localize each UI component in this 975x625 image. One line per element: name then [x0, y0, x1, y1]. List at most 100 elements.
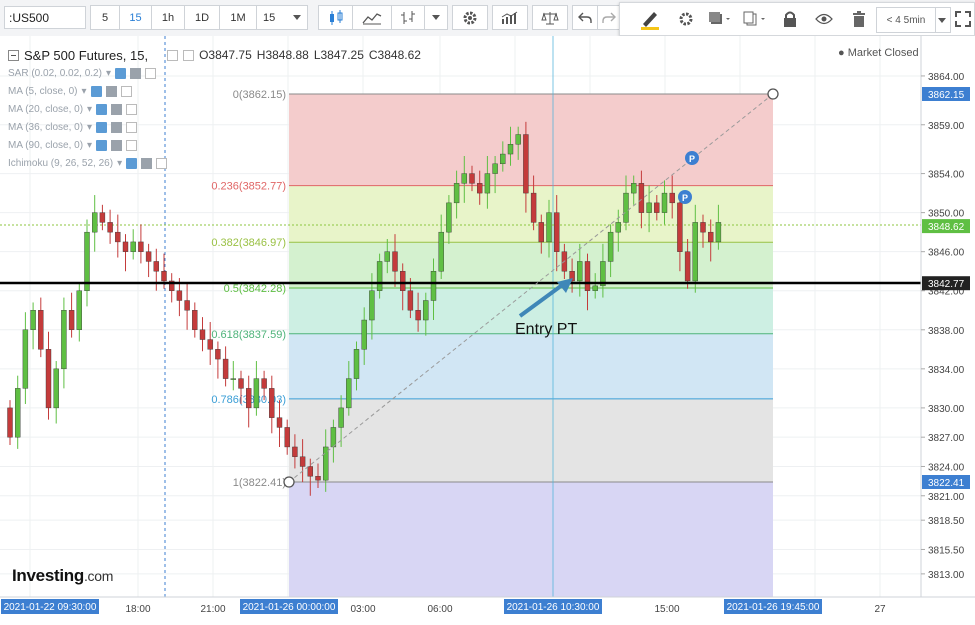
undo-button[interactable]: [572, 5, 598, 30]
gear-icon[interactable]: [105, 85, 117, 97]
interval-label: 15: [129, 11, 142, 24]
fib-level-label: 0.618(3837.59): [211, 329, 286, 341]
eye-icon[interactable]: [114, 67, 126, 79]
indicator-row[interactable]: MA (20, close, 0) ▾: [8, 100, 421, 118]
collapse-icon[interactable]: [8, 49, 19, 61]
caret-down-icon[interactable]: ▾: [87, 140, 92, 151]
interval-selector-label: < 4 5min: [886, 14, 926, 26]
indicator-label: MA (36, close, 0): [8, 121, 84, 133]
interval-1h-button[interactable]: 1h: [151, 5, 185, 30]
candle-body: [615, 222, 621, 233]
caret-down-icon[interactable]: ▾: [87, 104, 92, 115]
time-tick-label: 21:00: [200, 604, 225, 615]
visibility-button[interactable]: [812, 7, 836, 31]
indicator-row[interactable]: MA (90, close, 0) ▾: [8, 136, 421, 154]
eye-icon[interactable]: [96, 121, 108, 133]
candle-body: [692, 222, 698, 282]
candle-body: [577, 261, 583, 282]
gear-icon[interactable]: [111, 103, 123, 115]
close-icon[interactable]: [120, 85, 132, 97]
delete-drawing-button[interactable]: [848, 7, 870, 31]
interval-5-button[interactable]: 5: [90, 5, 120, 30]
candle-body: [245, 388, 252, 409]
fullscreen-button[interactable]: [952, 7, 974, 31]
interval-15-button[interactable]: 15: [119, 5, 152, 30]
fib-level-label: 1(3822.41): [233, 477, 286, 489]
caret-down-icon[interactable]: ▾: [117, 158, 122, 169]
caret-down-icon[interactable]: ▾: [81, 86, 86, 97]
chart-legend: S&P 500 Futures, 15, O3847.75 H3848.88 L…: [8, 46, 421, 172]
eye-icon[interactable]: [126, 157, 138, 169]
candle-body: [530, 192, 537, 223]
candle-body: [261, 378, 267, 389]
fib-level-label: 0.236(3852.77): [211, 181, 286, 193]
indicator-row[interactable]: Ichimoku (9, 26, 52, 26) ▾: [8, 154, 421, 172]
interval-dropdown[interactable]: 15: [256, 5, 308, 30]
close-icon[interactable]: [126, 103, 138, 115]
price-tick-label: 3834.00: [928, 365, 965, 376]
candle-body: [376, 261, 383, 291]
gear-icon[interactable]: [141, 157, 153, 169]
price-tick-label: 3830.00: [928, 404, 965, 415]
drawing-settings-button[interactable]: [674, 7, 698, 31]
candle-body: [330, 427, 337, 448]
series-settings-icon[interactable]: [167, 49, 179, 61]
line-chart-type-button[interactable]: [352, 5, 392, 30]
candles-chart-type-button[interactable]: [318, 5, 353, 30]
candle-body: [631, 183, 637, 194]
eye-icon[interactable]: [90, 85, 102, 97]
interval-1d-button[interactable]: 1D: [184, 5, 220, 30]
brush-button[interactable]: [636, 7, 662, 31]
candle-body: [215, 349, 221, 360]
indicators-button[interactable]: [492, 5, 528, 30]
candle-body: [199, 329, 206, 340]
candle-body: [299, 456, 306, 467]
chart-type-dropdown[interactable]: [424, 5, 448, 30]
close-icon[interactable]: [126, 121, 138, 133]
legend-main-row: S&P 500 Futures, 15, O3847.75 H3848.88 L…: [8, 46, 421, 64]
fib-anchor-start[interactable]: [283, 476, 295, 488]
candle-body: [430, 271, 437, 301]
caret-down-icon: [293, 15, 301, 20]
fib-anchor-end[interactable]: [767, 88, 779, 100]
settings-button[interactable]: [452, 5, 488, 30]
close-icon[interactable]: [156, 157, 168, 169]
candle-body: [145, 251, 152, 262]
caret-down-icon[interactable]: ▾: [106, 68, 111, 79]
candle-body: [407, 290, 414, 311]
caret-down-icon[interactable]: ▾: [87, 122, 92, 133]
compare-button[interactable]: [532, 5, 568, 30]
close-icon[interactable]: [144, 67, 156, 79]
fill-color-button[interactable]: [706, 7, 734, 31]
candle-body: [661, 192, 668, 213]
indicator-row[interactable]: MA (5, close, 0) ▾: [8, 82, 421, 100]
time-highlight-label: 2021-01-26 10:30:00: [507, 602, 600, 613]
gear-icon: [463, 11, 477, 24]
candle-body: [230, 378, 237, 380]
redo-button[interactable]: [597, 5, 621, 30]
eye-icon[interactable]: [96, 103, 108, 115]
symbol-search-input[interactable]: [4, 6, 86, 29]
indicator-row[interactable]: MA (36, close, 0) ▾: [8, 118, 421, 136]
lock-button[interactable]: [778, 7, 802, 31]
gear-icon[interactable]: [129, 67, 141, 79]
gear-icon[interactable]: [111, 121, 123, 133]
fib-level-label: 0.382(3846.97): [211, 237, 286, 249]
copy-icon: [743, 11, 765, 26]
selector-caret-button[interactable]: [934, 7, 951, 33]
pivot-marker-label: P: [682, 193, 688, 203]
line-style-button[interactable]: [741, 7, 769, 31]
candle-body: [438, 231, 444, 272]
gear-icon[interactable]: [111, 139, 123, 151]
indicator-list: SAR (0.02, 0.02, 0.2) ▾ MA (5, close, 0) ▾…: [8, 64, 421, 172]
eye-icon[interactable]: [96, 139, 108, 151]
close-icon[interactable]: [126, 139, 138, 151]
bar-chart-type-button[interactable]: [391, 5, 425, 30]
interval-selector[interactable]: < 4 5min: [876, 7, 936, 33]
indicator-row[interactable]: SAR (0.02, 0.02, 0.2) ▾: [8, 64, 421, 82]
series-hide-icon[interactable]: [183, 49, 195, 61]
time-highlight-label: 2021-01-22 09:30:00: [4, 602, 97, 613]
interval-1m-button[interactable]: 1M: [219, 5, 257, 30]
interval-label: 5: [101, 11, 109, 24]
fill-square-icon: [709, 12, 730, 24]
